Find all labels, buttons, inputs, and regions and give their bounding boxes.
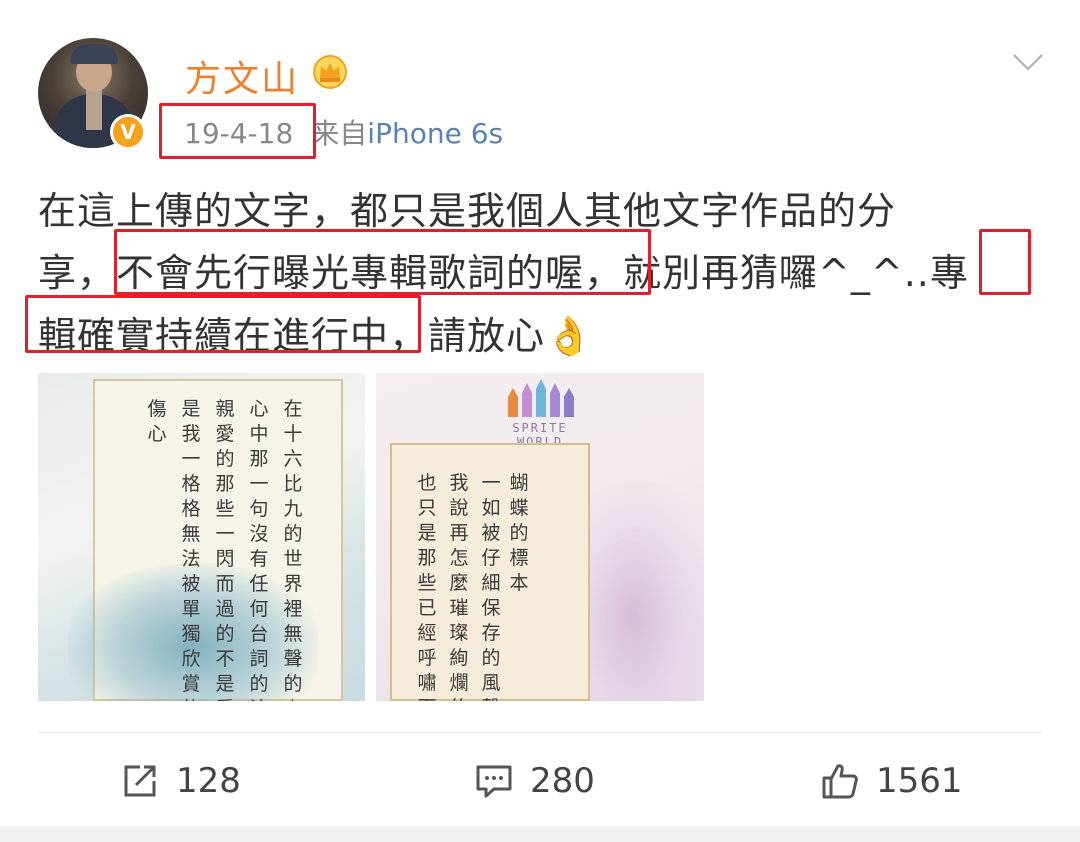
like-button[interactable]: 1561: [820, 755, 963, 807]
poem-column: 傷心: [147, 398, 167, 445]
highlight-box-album: [25, 295, 421, 353]
highlight-box-zhuan: [979, 229, 1031, 295]
post-image-2[interactable]: SPRITE WORLD 蝴蝶的標本 一如被仔細保存的風聲 我說 再怎麼璀璨絢爛…: [376, 373, 704, 701]
source-prefix: 来自: [311, 117, 368, 150]
like-count: 1561: [876, 761, 963, 801]
repost-count: 128: [176, 761, 241, 801]
bottom-separator: [0, 826, 1080, 842]
post-text-segment: 享，: [38, 251, 117, 295]
device-link[interactable]: iPhone 6s: [367, 117, 503, 150]
poem-column: 心中那一句 沒有任何台詞 的沈: [249, 398, 287, 701]
poem-column: 蝴蝶的標本: [509, 472, 529, 594]
comment-count: 280: [530, 761, 595, 801]
weibo-post: V 方文山 19-4-18 来自iPhone 6s 在這上傳的文字，都只是我個人其…: [0, 0, 1080, 842]
avatar-cap: [70, 44, 118, 64]
user-name[interactable]: 方文山: [185, 50, 299, 102]
highlight-box-date: [159, 103, 316, 159]
v-verified-badge-icon: V: [110, 114, 146, 150]
post-text-segment: 就別再猜囉^_^..: [623, 251, 930, 295]
post-text-line-1: 在這上傳的文字，都只是我個人其他文字作品的分: [38, 189, 897, 233]
comment-icon: [476, 765, 512, 798]
repost-button[interactable]: 128: [120, 755, 241, 807]
post-text-highlight-2: 專: [929, 251, 969, 295]
repost-icon: [124, 765, 156, 797]
castle-logo-icon: [508, 379, 574, 417]
highlight-box-lyrics: [114, 229, 651, 295]
like-icon: [822, 764, 858, 799]
comment-button[interactable]: 280: [474, 755, 595, 807]
blossom-decoration: [586, 483, 704, 701]
crown-icon: [313, 55, 347, 89]
poem-column: 也只是 那些已經呼嘯而: [417, 472, 455, 701]
ok-hand-emoji: 👌: [545, 314, 594, 358]
post-image-1[interactable]: 在十六比九的世界裡 無聲的上映 心中那一句 沒有任何台詞 的沈 親愛的 那些一閃…: [38, 373, 365, 701]
action-divider: [38, 732, 1042, 733]
poem-column: 是我一格格 無法被單獨欣賞的: [181, 398, 219, 701]
avatar-scarf: [86, 90, 102, 130]
poem-column: 親愛的 那些一閃而過的 不是愛: [215, 398, 253, 701]
chevron-down-icon[interactable]: [1012, 52, 1044, 72]
poem-column: 我說 再怎麼璀璨絢爛的: [449, 472, 487, 701]
